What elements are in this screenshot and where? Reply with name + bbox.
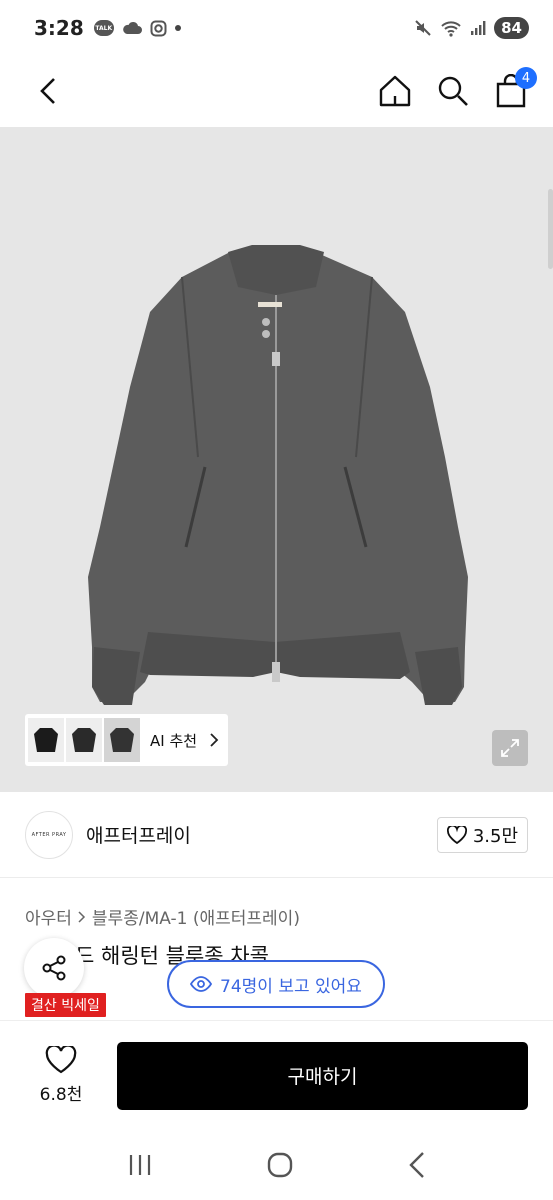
viewers-pill: 74명이 보고 있어요 — [167, 960, 385, 1008]
expand-icon — [501, 739, 519, 757]
brand-like-count: 3.5만 — [472, 825, 518, 847]
brand-logo[interactable]: AFTER PRAY — [25, 810, 73, 859]
wishlist-count: 6.8천 — [39, 1085, 83, 1105]
signal-icon — [471, 21, 486, 35]
back-nav-icon[interactable] — [408, 1151, 426, 1179]
cart-count-badge: 4 — [515, 67, 537, 89]
share-button[interactable] — [24, 938, 84, 998]
breadcrumb: 아우터 블루종/MA-1 (애프터프레이) — [25, 904, 300, 929]
jacket-thumbnail-icon — [110, 728, 134, 752]
page-scrollbar[interactable] — [548, 189, 553, 269]
chevron-right-icon — [78, 910, 85, 923]
heart-icon — [45, 1046, 77, 1074]
purchase-bar: 6.8천 구매하기 — [0, 1020, 553, 1130]
status-bar: 3:28 TALK 84 — [0, 0, 553, 56]
instagram-icon — [150, 20, 167, 36]
home-icon — [379, 75, 411, 107]
brand-row[interactable]: AFTER PRAY 애프터프레이 3.5만 — [0, 792, 553, 878]
expand-image-button[interactable] — [492, 730, 528, 766]
eye-icon — [190, 976, 213, 992]
cloud-icon — [122, 21, 142, 34]
battery-indicator: 84 — [494, 17, 529, 39]
recent-apps-icon[interactable] — [127, 1153, 153, 1177]
wishlist-button[interactable]: 6.8천 — [25, 1046, 97, 1105]
breadcrumb-category[interactable]: 아우터 — [25, 904, 72, 929]
app-header: 4 — [0, 56, 553, 126]
search-button[interactable] — [435, 73, 471, 109]
ai-recommend-label: AI 추천 — [150, 731, 198, 750]
breadcrumb-subcategory[interactable]: 블루종/MA-1 (애프터프레이) — [92, 904, 300, 929]
brand-name[interactable]: 애프터프레이 — [86, 821, 191, 848]
share-icon — [42, 955, 66, 981]
system-nav-bar — [0, 1130, 553, 1200]
ai-thumbnail[interactable] — [28, 718, 64, 762]
wifi-icon — [441, 21, 461, 37]
jacket-thumbnail-icon — [34, 728, 58, 752]
sale-badge: 결산 빅세일 — [25, 993, 106, 1017]
status-notification-icons: TALK — [93, 20, 181, 37]
back-button[interactable] — [30, 73, 66, 109]
product-image — [88, 245, 468, 705]
cart-button[interactable]: 4 — [493, 67, 537, 109]
viewers-text: 74명이 보고 있어요 — [220, 976, 362, 997]
dot-icon — [174, 25, 181, 31]
jacket-thumbnail-icon — [72, 728, 96, 752]
chevron-left-icon — [40, 78, 55, 104]
home-circle-icon[interactable] — [266, 1151, 294, 1179]
status-time: 3:28 — [34, 16, 84, 40]
brand-like-button[interactable]: 3.5만 — [436, 816, 528, 853]
ai-recommend-card[interactable]: AI 추천 — [25, 714, 228, 766]
heart-icon — [446, 825, 467, 844]
mute-icon — [415, 20, 431, 36]
product-image-carousel[interactable]: AI 추천 — [0, 127, 553, 792]
chevron-right-icon — [210, 733, 219, 747]
ai-thumbnail[interactable] — [104, 718, 140, 762]
ai-thumbnail[interactable] — [66, 718, 102, 762]
kakaotalk-icon: TALK — [93, 20, 114, 36]
home-button[interactable] — [377, 73, 413, 109]
buy-button[interactable]: 구매하기 — [117, 1041, 528, 1110]
search-icon — [438, 76, 468, 106]
